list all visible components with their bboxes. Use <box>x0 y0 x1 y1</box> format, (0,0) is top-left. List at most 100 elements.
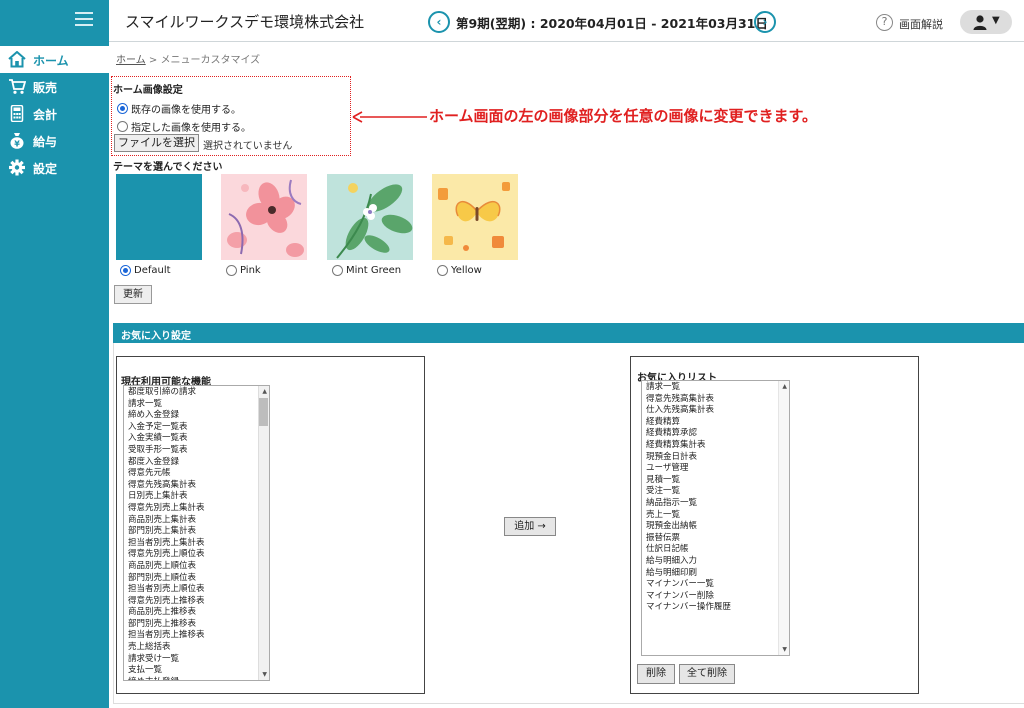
theme-title: テーマを選んでください <box>113 162 223 173</box>
list-item[interactable]: 得意先元帳 <box>128 468 269 480</box>
list-item[interactable]: 部門別売上集計表 <box>128 526 269 538</box>
choose-file-button[interactable]: ファイルを選択 <box>114 134 199 152</box>
breadcrumb: ホーム > メニューカスタマイズ <box>116 51 260 66</box>
user-menu-button[interactable]: ▼ <box>960 10 1012 34</box>
list-item[interactable]: 請求一覧 <box>646 382 789 394</box>
use-custom-image-option[interactable]: 指定した画像を使用する。 <box>117 119 251 134</box>
theme-tile-default[interactable] <box>116 174 202 260</box>
scrollbar[interactable] <box>778 381 789 655</box>
list-item[interactable]: 受取手形一覧表 <box>128 445 269 457</box>
list-item[interactable]: 都度入金登録 <box>128 457 269 469</box>
list-item[interactable]: 現預金出納帳 <box>646 521 789 533</box>
list-item[interactable]: 見積一覧 <box>646 475 789 487</box>
use-existing-image-option[interactable]: 既存の画像を使用する。 <box>117 101 241 116</box>
list-item[interactable]: 部門別売上順位表 <box>128 573 269 585</box>
list-item[interactable]: 得意先別売上順位表 <box>128 549 269 561</box>
favorites-listbox[interactable]: 請求一覧 得意先残高集計表 仕入先残高集計表 経費精算 経費精算承認 経費精算集計表 現預金… <box>641 380 790 656</box>
sidebar-item-home[interactable]: ホーム <box>0 46 109 73</box>
delete-all-button[interactable]: 全て削除 <box>679 664 735 684</box>
list-item[interactable]: 仕入先残高集計表 <box>646 405 789 417</box>
previous-period-button[interactable]: ‹ <box>428 11 450 33</box>
sidebar-item-settings[interactable]: 設定 <box>0 154 109 181</box>
delete-button[interactable]: 削除 <box>637 664 675 684</box>
list-item[interactable]: ユーザ管理 <box>646 463 789 475</box>
list-item[interactable]: 入金予定一覧表 <box>128 422 269 434</box>
list-item[interactable]: 部門別売上推移表 <box>128 619 269 631</box>
available-functions-listbox[interactable]: 都度取引締の請求 請求一覧 締め入金登録 入金予定一覧表 入金実績一覧表 受取手形一覧表都… <box>123 385 270 681</box>
list-item[interactable]: 商品別売上推移表 <box>128 607 269 619</box>
radio-button[interactable] <box>117 121 128 132</box>
theme-tile-yellow[interactable] <box>432 174 518 260</box>
help-icon[interactable]: ? <box>876 14 893 31</box>
list-item[interactable]: 入金実績一覧表 <box>128 433 269 445</box>
list-item[interactable]: 商品別売上集計表 <box>128 515 269 527</box>
list-item[interactable]: 経費精算集計表 <box>646 440 789 452</box>
screen-guide-link[interactable]: 画面解説 <box>899 16 943 32</box>
radio-button[interactable] <box>332 265 343 276</box>
list-item[interactable]: 担当者別売上集計表 <box>128 538 269 550</box>
list-item[interactable]: 経費精算承認 <box>646 428 789 440</box>
list-item[interactable]: 仕訳日記帳 <box>646 544 789 556</box>
list-item[interactable]: 請求受け一覧 <box>128 654 269 666</box>
theme-option-yellow[interactable]: Yellow <box>437 265 482 276</box>
radio-button[interactable] <box>437 265 448 276</box>
list-item[interactable]: 給与明細印刷 <box>646 568 789 580</box>
list-item[interactable]: 納品指示一覧 <box>646 498 789 510</box>
sidebar-item-accounting[interactable]: 会計 <box>0 100 109 127</box>
sidebar-item-payroll[interactable]: ¥ 給与 <box>0 127 109 154</box>
list-item[interactable]: 振替伝票 <box>646 533 789 545</box>
list-item[interactable]: 締め支払登録 <box>128 677 269 680</box>
hamburger-menu-icon[interactable] <box>75 12 93 26</box>
update-button[interactable]: 更新 <box>114 285 152 304</box>
sidebar-item-sales[interactable]: 販売 <box>0 73 109 100</box>
favorites-section-header: お気に入り設定 <box>113 323 1024 343</box>
favorites-section-title: お気に入り設定 <box>121 331 191 342</box>
radio-button-selected[interactable] <box>120 265 131 276</box>
list-item[interactable]: 請求一覧 <box>128 399 269 411</box>
svg-text:¥: ¥ <box>14 140 20 149</box>
list-item[interactable]: 都度取引締の請求 <box>128 387 269 399</box>
scroll-up-icon[interactable]: ▲ <box>782 383 787 390</box>
fiscal-period: 第9期(翌期) : 2020年04月01日 - 2021年03月31日 <box>456 16 768 31</box>
scroll-up-icon[interactable]: ▲ <box>262 388 267 395</box>
list-item[interactable]: 現預金日計表 <box>646 452 789 464</box>
list-item[interactable]: マイナンバー操作履歴 <box>646 602 789 614</box>
list-item[interactable]: 給与明細入力 <box>646 556 789 568</box>
theme-option-mint-green[interactable]: Mint Green <box>332 265 401 276</box>
theme-tile-pink[interactable] <box>221 174 307 260</box>
scrollbar-thumb[interactable] <box>259 398 268 426</box>
scroll-down-icon[interactable]: ▼ <box>262 671 267 678</box>
theme-option-label: Mint Green <box>346 265 402 276</box>
scroll-down-icon[interactable]: ▼ <box>782 646 787 653</box>
list-item[interactable]: 商品別売上順位表 <box>128 561 269 573</box>
list-item[interactable]: マイナンバー一覧 <box>646 579 789 591</box>
radio-button-selected[interactable] <box>117 103 128 114</box>
theme-tile-mint-green[interactable] <box>327 174 413 260</box>
list-item[interactable]: 支払一覧 <box>128 665 269 677</box>
next-period-button[interactable]: › <box>754 11 776 33</box>
list-item[interactable]: 売上一覧 <box>646 510 789 522</box>
top-header: スマイルワークスデモ環境株式会社 ‹ 第9期(翌期) : 2020年04月01日… <box>0 0 1024 42</box>
company-name: スマイルワークスデモ環境株式会社 <box>125 13 365 31</box>
list-item[interactable]: 得意先別売上推移表 <box>128 596 269 608</box>
list-item[interactable]: 担当者別売上順位表 <box>128 584 269 596</box>
breadcrumb-home-link[interactable]: ホーム <box>116 55 146 66</box>
list-item[interactable]: 経費精算 <box>646 417 789 429</box>
list-item[interactable]: 得意先残高集計表 <box>128 480 269 492</box>
list-item[interactable]: 得意先残高集計表 <box>646 394 789 406</box>
radio-button[interactable] <box>226 265 237 276</box>
calculator-icon <box>10 105 24 122</box>
list-item[interactable]: 売上総括表 <box>128 642 269 654</box>
cart-icon <box>9 79 26 94</box>
list-item[interactable]: 受注一覧 <box>646 486 789 498</box>
list-item[interactable]: 日別売上集計表 <box>128 491 269 503</box>
theme-option-label: Default <box>134 265 171 276</box>
list-item[interactable]: 担当者別売上推移表 <box>128 630 269 642</box>
scrollbar[interactable] <box>258 386 269 680</box>
theme-option-pink[interactable]: Pink <box>226 265 261 276</box>
list-item[interactable]: 締め入金登録 <box>128 410 269 422</box>
theme-option-default[interactable]: Default <box>120 265 171 276</box>
list-item[interactable]: マイナンバー削除 <box>646 591 789 603</box>
list-item[interactable]: 得意先別売上集計表 <box>128 503 269 515</box>
add-to-favorites-button[interactable]: 追加 → <box>504 517 556 536</box>
